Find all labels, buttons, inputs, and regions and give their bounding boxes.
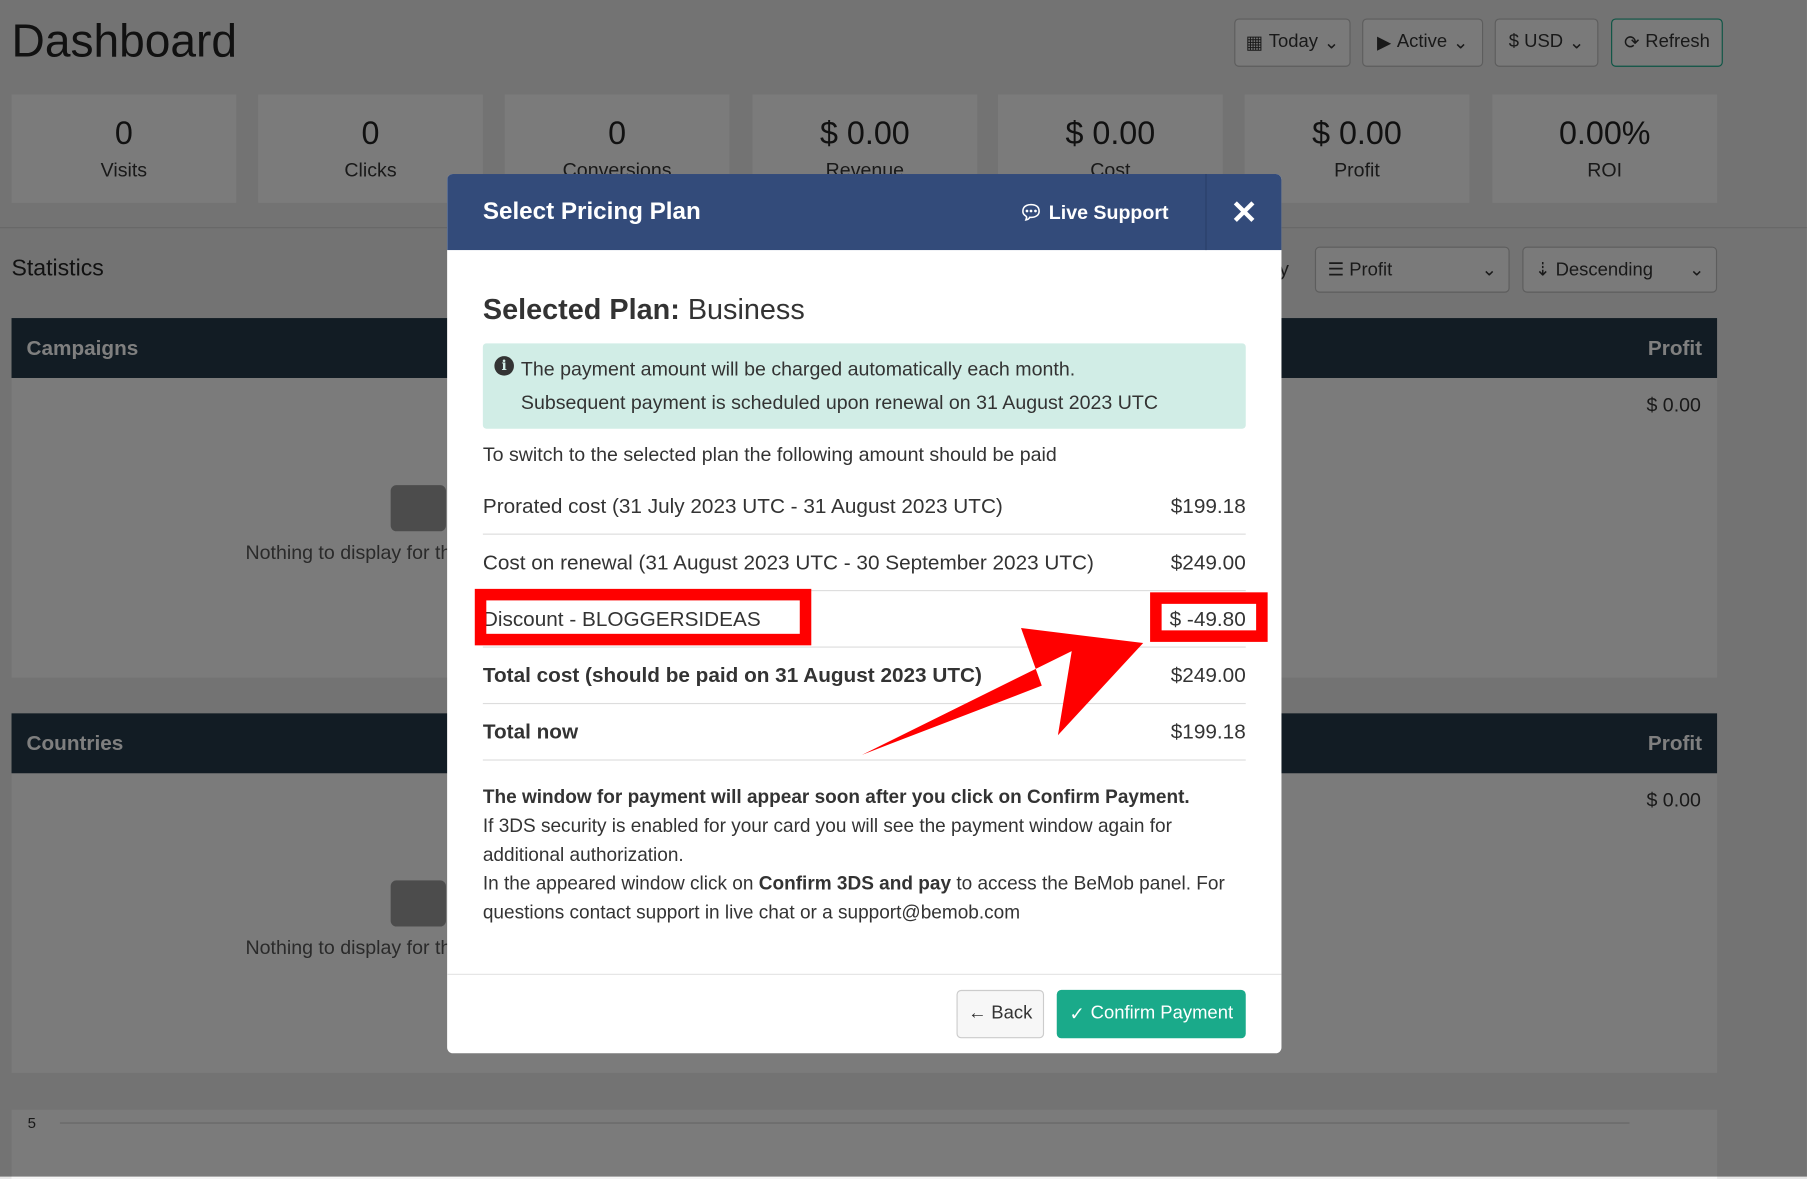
arrow-annotation xyxy=(861,628,1144,755)
